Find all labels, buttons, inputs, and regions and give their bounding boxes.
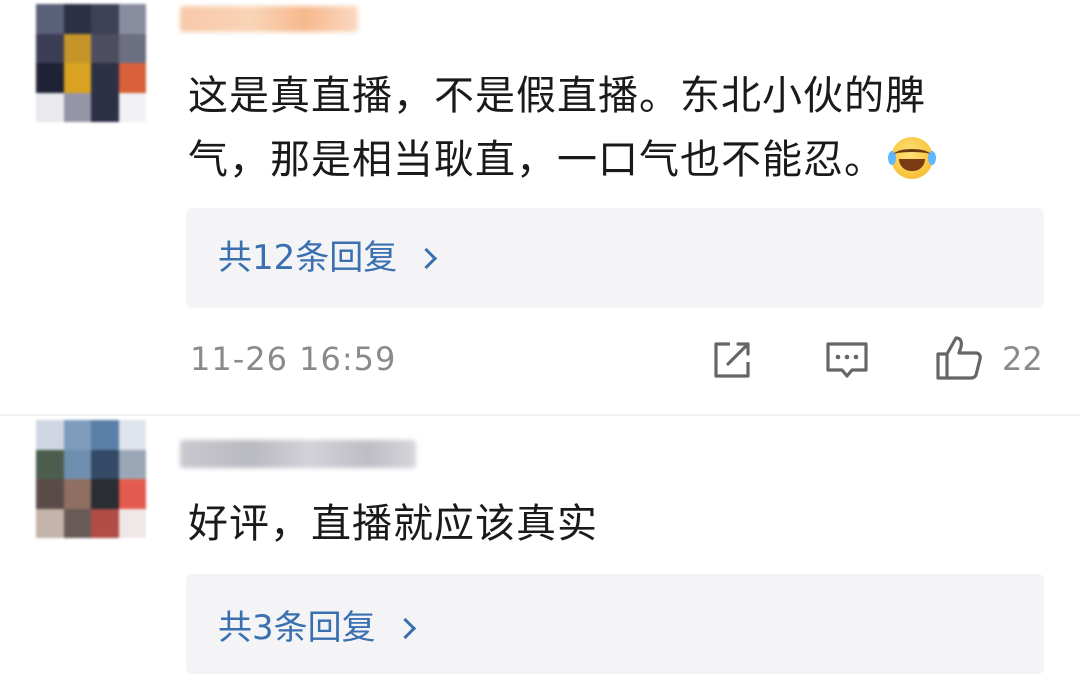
thumbs-up-icon[interactable] — [934, 334, 984, 382]
share-icon[interactable] — [710, 338, 754, 382]
username-redacted[interactable] — [180, 6, 358, 32]
replies-count-label: 共12条回复 — [218, 238, 398, 278]
comment-text-line-2: 气，那是相当耿直，一口气也不能忍。 — [188, 137, 885, 183]
comment-text-line: 气，那是相当耿直，一口气也不能忍。 — [188, 128, 1028, 192]
replies-count-label: 共3条回复 — [218, 608, 376, 648]
laughing-crying-emoji-icon — [888, 137, 936, 179]
avatar[interactable] — [36, 420, 146, 538]
comment-text: 好评，直播就应该真实 — [188, 501, 598, 547]
like-count: 22 — [1002, 340, 1043, 378]
comment-icon[interactable] — [824, 338, 870, 382]
comment-item: 好评，直播就应该真实 共3条回复 — [0, 410, 1080, 683]
replies-box[interactable]: 共12条回复 — [186, 208, 1044, 308]
comment-text: 这是真直播，不是假直播。东北小伙的脾 气，那是相当耿直，一口气也不能忍。 — [188, 64, 1028, 192]
comment-item: 这是真直播，不是假直播。东北小伙的脾 气，那是相当耿直，一口气也不能忍。 共12… — [0, 0, 1080, 410]
comment-timestamp: 11-26 16:59 — [190, 340, 397, 378]
chevron-right-icon — [394, 617, 416, 640]
comment-text-line: 这是真直播，不是假直播。东北小伙的脾 — [188, 73, 926, 119]
view-replies-link[interactable]: 共12条回复 — [218, 238, 438, 278]
chevron-right-icon — [416, 247, 438, 270]
avatar[interactable] — [36, 4, 146, 122]
username-redacted[interactable] — [180, 440, 416, 468]
view-replies-link[interactable]: 共3条回复 — [218, 608, 416, 648]
replies-box[interactable]: 共3条回复 — [186, 574, 1044, 674]
